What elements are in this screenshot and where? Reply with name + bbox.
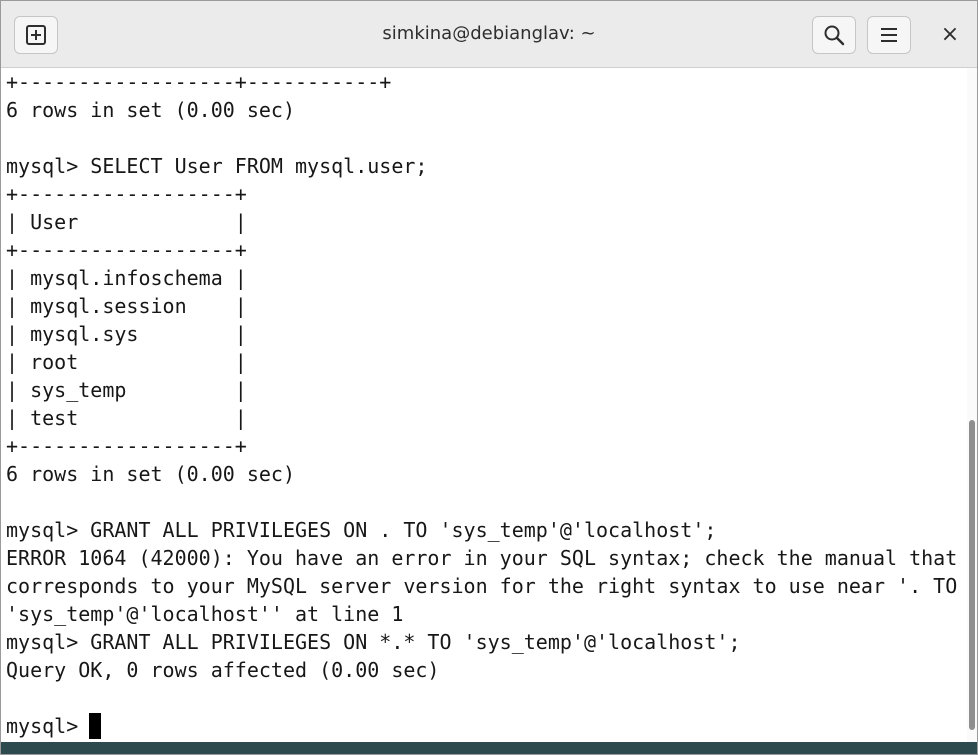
terminal-line: +------------------+ bbox=[6, 434, 247, 458]
new-tab-icon bbox=[26, 25, 46, 45]
terminal-line: | User | bbox=[6, 210, 247, 234]
terminal-line: | mysql.infoschema | bbox=[6, 266, 247, 290]
terminal-line: corresponds to your MySQL server version… bbox=[6, 574, 958, 598]
scrollbar-thumb[interactable] bbox=[969, 420, 975, 730]
terminal-line: | mysql.sys | bbox=[6, 322, 247, 346]
title-bar: simkina@debianglav: ~ × bbox=[1, 1, 977, 68]
terminal-line: | root | bbox=[6, 350, 247, 374]
menu-button[interactable] bbox=[867, 16, 911, 54]
terminal-line: 6 rows in set (0.00 sec) bbox=[6, 462, 295, 486]
window-title: simkina@debianglav: ~ bbox=[382, 23, 596, 44]
terminal-line: | mysql.session | bbox=[6, 294, 247, 318]
new-tab-button[interactable] bbox=[14, 16, 58, 54]
terminal-line: +------------------+-----------+ bbox=[6, 70, 392, 94]
terminal-line: | test | bbox=[6, 406, 247, 430]
desktop-background-strip bbox=[1, 742, 977, 754]
terminal-line: mysql> GRANT ALL PRIVILEGES ON . TO 'sys… bbox=[6, 518, 717, 542]
terminal-line: mysql> GRANT ALL PRIVILEGES ON *.* TO 's… bbox=[6, 630, 741, 654]
terminal-window: simkina@debianglav: ~ × +---------------… bbox=[0, 0, 978, 755]
terminal-prompt-line: mysql> bbox=[6, 714, 91, 738]
terminal-output[interactable]: +------------------+-----------+ 6 rows … bbox=[1, 68, 967, 742]
terminal-line: 'sys_temp'@'localhost'' at line 1 bbox=[6, 602, 404, 626]
hamburger-menu-icon bbox=[881, 28, 897, 42]
text-cursor bbox=[89, 713, 101, 739]
search-button[interactable] bbox=[812, 16, 856, 54]
search-icon bbox=[824, 25, 845, 46]
terminal-line: 6 rows in set (0.00 sec) bbox=[6, 98, 295, 122]
close-icon: × bbox=[940, 21, 960, 47]
terminal-line: Query OK, 0 rows affected (0.00 sec) bbox=[6, 658, 440, 682]
terminal-line: +------------------+ bbox=[6, 182, 247, 206]
close-button[interactable]: × bbox=[937, 20, 963, 48]
terminal-line: mysql> SELECT User FROM mysql.user; bbox=[6, 154, 428, 178]
terminal-line: | sys_temp | bbox=[6, 378, 247, 402]
terminal-line: ERROR 1064 (42000): You have an error in… bbox=[6, 546, 958, 570]
terminal-line: +------------------+ bbox=[6, 238, 247, 262]
vertical-scrollbar[interactable] bbox=[967, 68, 977, 742]
